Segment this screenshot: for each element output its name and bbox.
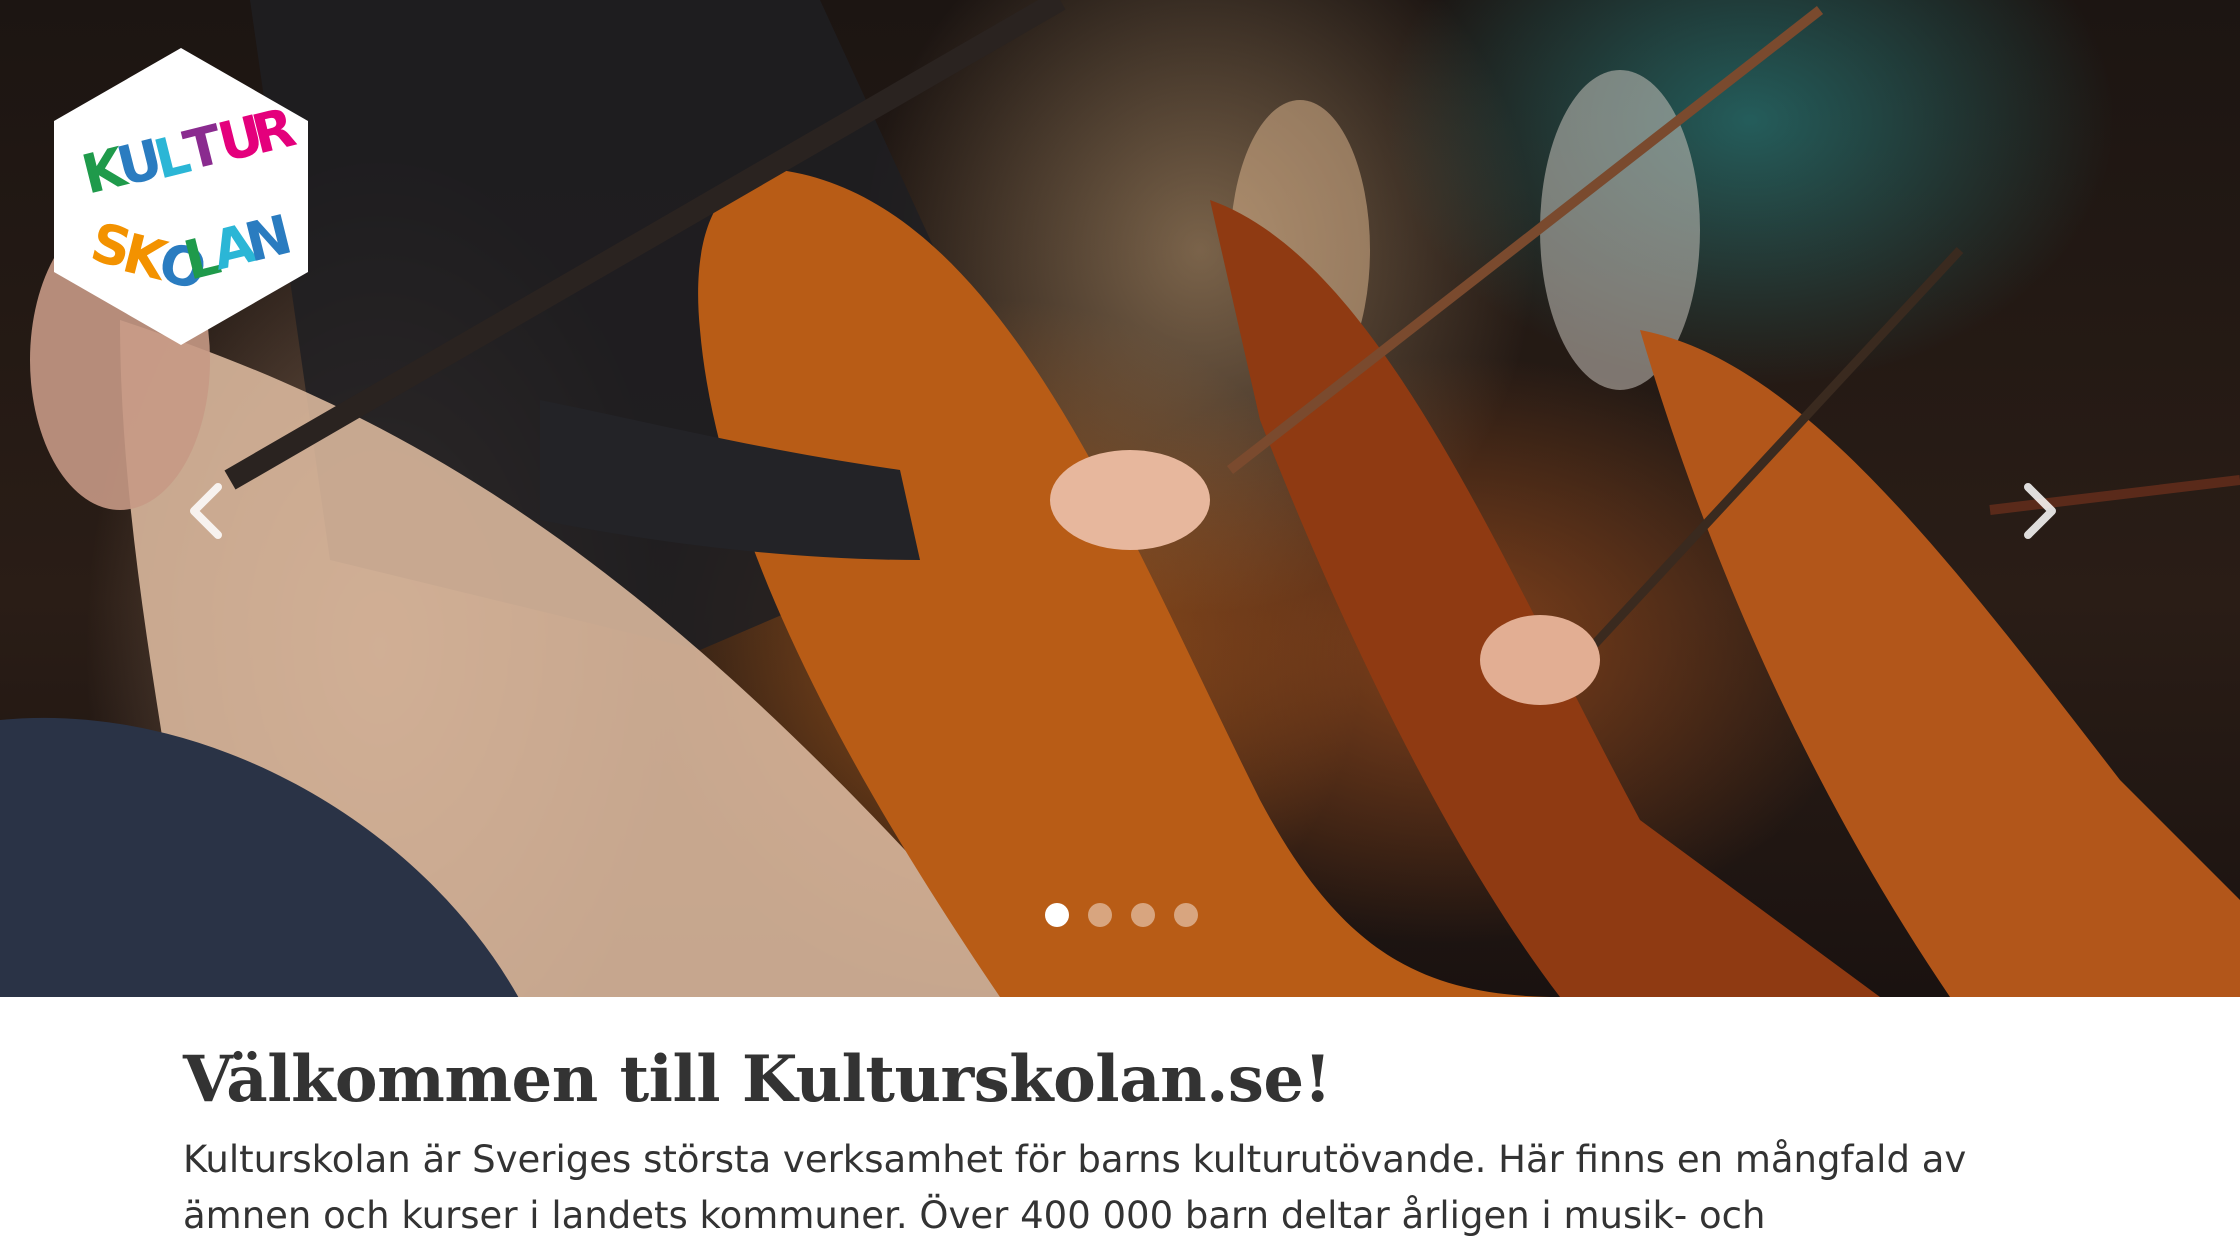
chevron-left-icon (190, 483, 222, 539)
kulturskolan-logo[interactable]: K U L T U R S K O L A N (48, 44, 314, 349)
carousel-dot-4[interactable] (1174, 903, 1198, 927)
carousel-next-button[interactable] (2010, 478, 2070, 544)
carousel-dot-2[interactable] (1088, 903, 1112, 927)
page-title: Välkommen till Kulturskolan.se! (183, 1042, 1332, 1117)
carousel-dot-1[interactable] (1045, 903, 1069, 927)
carousel-dot-3[interactable] (1131, 903, 1155, 927)
chevron-right-icon (2024, 483, 2056, 539)
main-content: Välkommen till Kulturskolan.se! Kultursk… (183, 1040, 2083, 1244)
intro-text: Kulturskolan är Sveriges största verksam… (183, 1138, 1967, 1237)
carousel-indicators (1045, 903, 1198, 927)
hero-image (0, 0, 2240, 997)
carousel-prev-button[interactable] (176, 478, 236, 544)
hero-carousel: K U L T U R S K O L A N (0, 0, 2240, 997)
